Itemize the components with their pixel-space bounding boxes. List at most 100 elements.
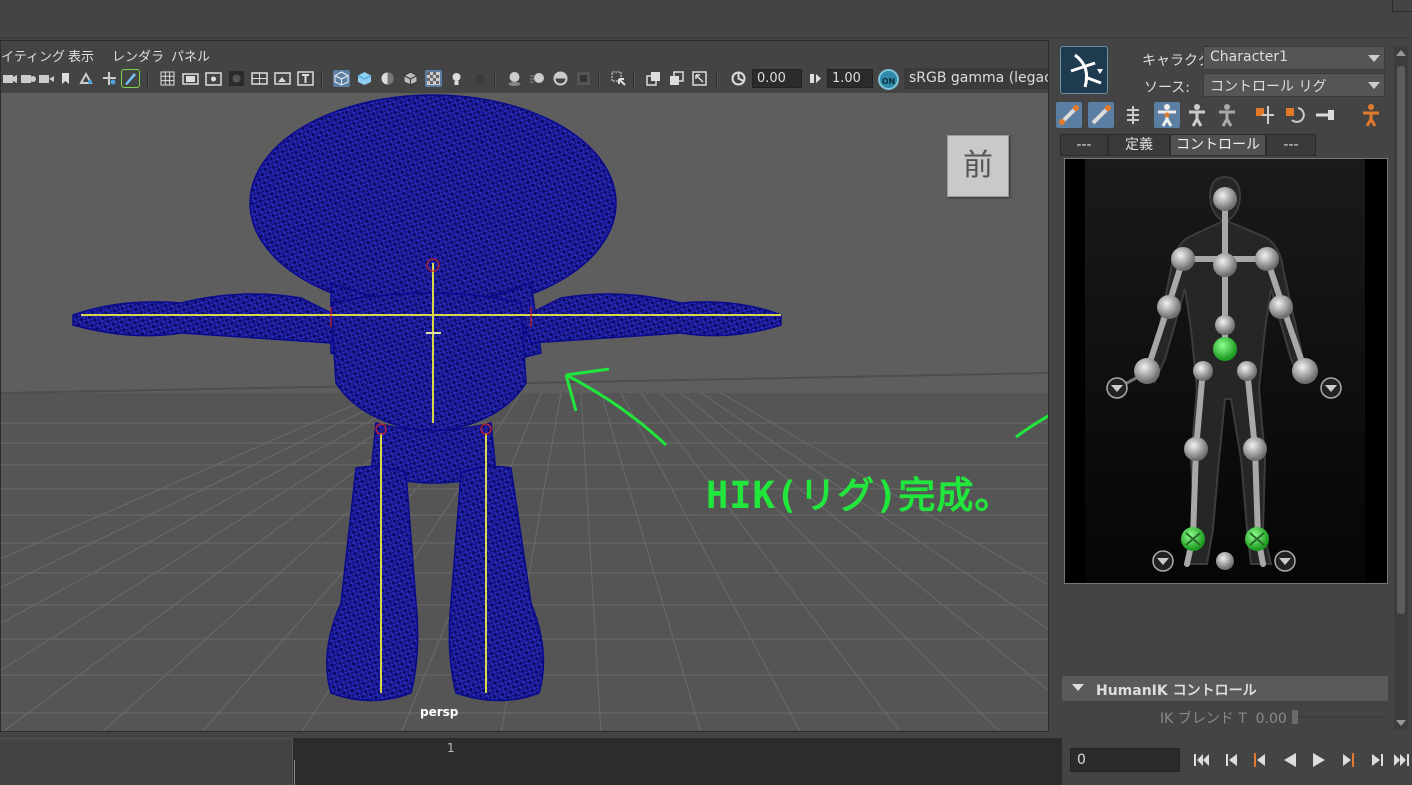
camera-name-label: persp (420, 705, 459, 719)
tab-controls[interactable]: コントロール (1170, 134, 1266, 156)
pin-rotate-icon[interactable] (1282, 102, 1308, 128)
field-chart-icon[interactable] (251, 70, 268, 87)
xray-icon[interactable] (425, 70, 442, 87)
xray-active-icon[interactable] (668, 70, 685, 87)
2d-pan-zoom-icon[interactable] (101, 70, 118, 87)
panel-menubar: イティング 表示 レンダラ パネル (1, 41, 1048, 65)
gate-mask-icon[interactable] (228, 70, 245, 87)
scroll-up-icon[interactable] (1396, 50, 1406, 56)
humanik-tabs: --- 定義 コントロール --- (1060, 134, 1390, 156)
expand-foot-right-icon[interactable] (1274, 550, 1296, 572)
current-frame-field[interactable]: 0 (1070, 748, 1180, 772)
go-to-end-icon[interactable] (1390, 749, 1412, 771)
smooth-shade-icon[interactable] (356, 70, 373, 87)
resolution-gate-icon[interactable] (205, 70, 222, 87)
toolbar-separator (147, 70, 149, 88)
release-pin-icon[interactable] (1312, 102, 1338, 128)
humanik-logo-icon[interactable] (1060, 46, 1108, 94)
timeline-track[interactable]: 1 (292, 738, 1062, 785)
play-forwards-icon[interactable] (1308, 749, 1330, 771)
expand-foot-left-icon[interactable] (1152, 550, 1174, 572)
camera-bookmark-icon[interactable] (38, 70, 55, 87)
xray-joints-icon[interactable] (645, 70, 662, 87)
character-dropdown[interactable]: Character1 (1203, 46, 1385, 70)
ik-blend-value[interactable]: 0.00 (1256, 711, 1287, 727)
humanik-toolbar (1056, 100, 1396, 130)
menu-lighting[interactable]: イティング (1, 46, 65, 65)
wireframe-on-shaded-icon[interactable] (402, 70, 419, 87)
safe-title-icon[interactable] (297, 70, 314, 87)
exposure-field[interactable]: 0.00 (752, 69, 802, 88)
expand-hand-left-icon[interactable] (1106, 377, 1128, 399)
camera-position-icon[interactable] (691, 70, 708, 87)
stance-pose-icon[interactable] (1358, 102, 1384, 128)
bookmark-icon[interactable] (57, 70, 74, 87)
color-management-toggle[interactable]: ON (878, 69, 899, 90)
step-back-frame-icon[interactable] (1221, 749, 1243, 771)
gamma-icon[interactable] (807, 70, 824, 87)
wireframe-icon[interactable] (333, 70, 350, 87)
camera-attributes-icon[interactable] (20, 70, 37, 87)
grease-pencil-icon[interactable] (121, 69, 140, 88)
select-fk-icon[interactable] (1056, 102, 1082, 128)
gamma-field[interactable]: 1.00 (827, 69, 873, 88)
image-plane-icon[interactable] (78, 70, 95, 87)
3d-viewport[interactable]: 前 persp HIK(リグ)完成。 (1, 93, 1048, 731)
panel-toolbar: 0.00 1.00 ON sRGB gamma (legacy) (1, 66, 1048, 92)
body-part-icon[interactable] (1184, 102, 1210, 128)
current-time-marker[interactable] (294, 760, 295, 785)
shadows-icon[interactable] (471, 70, 488, 87)
motion-blur-icon[interactable] (529, 70, 546, 87)
time-slider: 1 0 (0, 732, 1412, 785)
toolbar-separator (716, 70, 718, 88)
scroll-thumb[interactable] (1397, 66, 1405, 614)
use-default-material-icon[interactable] (379, 70, 396, 87)
selection-icon[interactable] (1214, 102, 1240, 128)
source-dropdown[interactable]: コントロール リグ (1203, 73, 1385, 97)
use-all-lights-icon[interactable] (448, 70, 465, 87)
source-label: ソース: (1144, 80, 1191, 96)
view-transform-field[interactable]: sRGB gamma (legacy) (904, 68, 1048, 89)
menu-renderer[interactable]: レンダラ (112, 46, 164, 65)
isolate-select-icon[interactable] (610, 70, 627, 87)
step-forward-frame-icon[interactable] (1366, 749, 1388, 771)
time-slider-left (0, 738, 292, 785)
character-controls-view[interactable] (1064, 158, 1388, 584)
step-forward-key-icon[interactable] (1337, 749, 1359, 771)
full-body-icon[interactable] (1154, 102, 1180, 128)
ik-blend-row: IK ブレンド T 0.00 (1160, 708, 1287, 728)
humanik-panel: キャラクタ: Character1 ソース: コントロール リグ --- 定義 … (1050, 40, 1412, 732)
go-to-start-icon[interactable] (1191, 749, 1213, 771)
screen-space-ao-icon[interactable] (506, 70, 523, 87)
pin-translate-icon[interactable] (1252, 102, 1278, 128)
step-back-key-icon[interactable] (1249, 749, 1271, 771)
scene-render (1, 93, 1048, 731)
tab-first[interactable]: --- (1060, 134, 1108, 156)
ik-blend-slider[interactable] (1292, 710, 1384, 724)
scroll-down-icon[interactable] (1396, 720, 1406, 726)
slider-knob[interactable] (1292, 710, 1298, 724)
slider-rail (1294, 716, 1384, 718)
select-ik-icon[interactable] (1088, 102, 1114, 128)
view-cube[interactable]: 前 (947, 135, 1009, 197)
tab-last[interactable]: --- (1266, 134, 1316, 156)
show-skeleton-icon[interactable] (1120, 102, 1146, 128)
grid-icon[interactable] (159, 70, 176, 87)
play-backwards-icon[interactable] (1279, 749, 1301, 771)
top-strip (0, 0, 1412, 38)
anti-aliasing-icon[interactable] (552, 70, 569, 87)
menu-show[interactable]: 表示 (68, 46, 94, 65)
expand-hand-right-icon[interactable] (1320, 377, 1342, 399)
humanik-controls-section[interactable]: HumanIK コントロール (1062, 676, 1388, 701)
collapse-arrow-icon (1072, 684, 1084, 691)
camera-select-icon[interactable] (1, 70, 18, 87)
panel-scrollbar[interactable] (1394, 46, 1408, 730)
safe-action-icon[interactable] (274, 70, 291, 87)
tab-definition[interactable]: 定義 (1108, 134, 1170, 156)
depth-of-field-icon[interactable] (575, 70, 592, 87)
film-gate-icon[interactable] (182, 70, 199, 87)
chevron-down-icon (1368, 82, 1380, 89)
exposure-icon[interactable] (730, 70, 747, 87)
section-title: HumanIK コントロール (1096, 683, 1257, 699)
menu-panels[interactable]: パネル (171, 46, 210, 65)
